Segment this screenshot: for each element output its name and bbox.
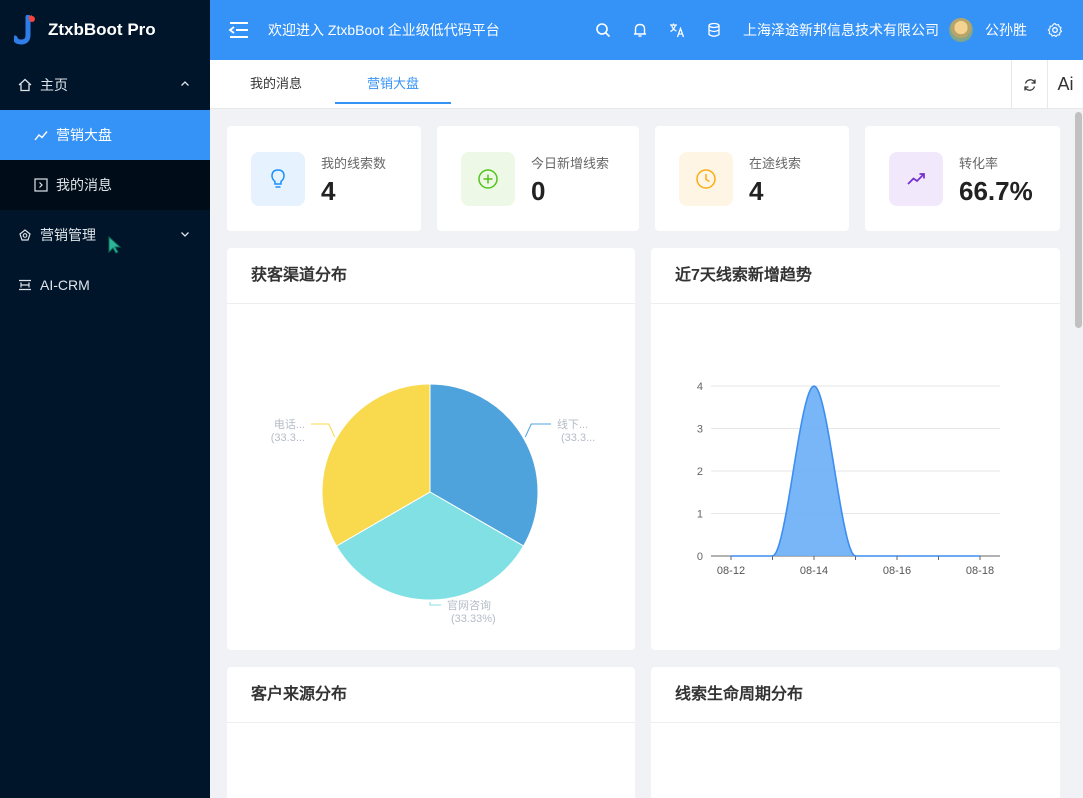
pie-slice-percent: (33.33%) — [451, 613, 496, 625]
top-header: 欢迎进入 ZtxbBoot 企业级低代码平台 上海泽途新邦信息技术有限公司 公孙… — [210, 0, 1083, 60]
chevron-up-icon — [181, 81, 189, 86]
avatar[interactable] — [949, 18, 973, 42]
pie-slice-label: 官网咨询 — [447, 598, 491, 612]
stat-value: 0 — [531, 176, 546, 206]
stat-value: 4 — [749, 176, 764, 206]
panel-title: 线索生命周期分布 — [651, 667, 1060, 723]
stat-card-conversion-rate: 转化率 66.7% — [865, 126, 1060, 231]
tab-bar: 我的消息 营销大盘 Ai — [210, 60, 1083, 109]
panel-title: 近7天线索新增趋势 — [651, 248, 1060, 304]
stat-label: 我的线索数 — [321, 156, 387, 171]
logo-icon — [14, 15, 35, 45]
y-tick-label: 1 — [697, 509, 703, 521]
sidebar-item-label: 营销管理 — [40, 227, 96, 243]
stat-value: 66.7% — [959, 176, 1033, 206]
header-actions: 上海泽途新邦信息技术有限公司 公孙胜 — [595, 0, 1083, 60]
message-box-icon — [34, 178, 48, 192]
refresh-icon — [1023, 78, 1036, 91]
sidebar-item-marketing-dashboard[interactable]: 营销大盘 — [0, 110, 210, 160]
pie-chart: 线下...(33.3...官网咨询(33.33%)电话...(33.3... — [271, 383, 595, 625]
home-icon — [18, 78, 32, 92]
refresh-button[interactable] — [1011, 60, 1047, 109]
menu-fold-icon[interactable] — [228, 21, 250, 39]
pie-slice-label: 线下... — [557, 417, 588, 431]
company-name: 上海泽途新邦信息技术有限公司 — [743, 22, 939, 38]
y-tick-label: 4 — [697, 381, 703, 393]
page-scrollbar[interactable] — [1074, 110, 1083, 798]
stat-value: 4 — [321, 176, 336, 206]
tab-my-messages[interactable]: 我的消息 — [250, 60, 302, 104]
stat-card-in-progress-leads: 在途线索 4 — [655, 126, 849, 231]
search-icon[interactable] — [595, 22, 611, 38]
x-tick-label: 08-12 — [717, 565, 745, 577]
channel-distribution-panel: 获客渠道分布 线下... (33.3... 官网咨询 (33.33%) 电话... (33… — [227, 248, 635, 650]
chevron-down-icon — [181, 232, 189, 237]
database-icon[interactable] — [706, 22, 722, 38]
home-submenu: 营销大盘 我的消息 — [0, 110, 210, 210]
pie-slice-percent: (33.3... — [561, 432, 595, 444]
pie-label-line — [524, 423, 551, 438]
sidebar: ZtxbBoot Pro 主页 营销大盘 我的消息 营销管理 AI-CRM — [0, 0, 210, 798]
stat-card-my-leads: 我的线索数 4 — [227, 126, 421, 231]
stat-label: 今日新增线索 — [531, 156, 610, 171]
sidebar-item-label: 营销大盘 — [56, 127, 112, 143]
sidebar-item-home[interactable]: 主页 — [0, 60, 210, 110]
username[interactable]: 公孙胜 — [985, 20, 1027, 40]
translate-icon[interactable] — [669, 22, 685, 38]
sidebar-item-ai-crm[interactable]: AI-CRM — [0, 260, 210, 310]
x-tick-label: 08-16 — [883, 565, 911, 577]
pie-label-line — [311, 423, 336, 438]
bell-icon[interactable] — [632, 22, 648, 38]
y-tick-label: 2 — [697, 466, 703, 478]
mouse-cursor-icon — [108, 236, 122, 254]
trend-up-icon — [889, 152, 943, 206]
pie-slice-percent: (33.3... — [271, 432, 305, 444]
lead-trend-panel: 近7天线索新增趋势 0 1 2 3 4 08-12 08-14 08-16 08-18 — [651, 248, 1060, 650]
gear-icon[interactable] — [1047, 22, 1063, 38]
brand: ZtxbBoot Pro — [0, 0, 210, 60]
stat-label: 在途线索 — [749, 156, 802, 171]
x-tick-label: 08-14 — [800, 565, 828, 577]
y-tick-label: 0 — [697, 551, 703, 563]
list-icon — [19, 279, 31, 291]
ai-button[interactable]: Ai — [1047, 60, 1083, 109]
plus-circle-icon — [461, 152, 515, 206]
sidebar-item-label: 我的消息 — [56, 177, 112, 193]
panel-title: 客户来源分布 — [227, 667, 635, 723]
stat-card-new-leads-today: 今日新增线索 0 — [437, 126, 639, 231]
y-tick-label: 3 — [697, 424, 703, 436]
sidebar-item-my-messages[interactable]: 我的消息 — [0, 160, 210, 210]
stat-label: 转化率 — [959, 156, 999, 171]
clock-icon — [679, 152, 733, 206]
gift-icon — [19, 229, 31, 241]
app-title: ZtxbBoot Pro — [48, 20, 156, 39]
bulb-icon — [251, 152, 305, 206]
sidebar-item-marketing-management[interactable]: 营销管理 — [0, 210, 210, 260]
scrollbar-thumb[interactable] — [1075, 112, 1082, 328]
x-tick-label: 08-18 — [966, 565, 994, 577]
trend-chart: 0 1 2 3 4 08-12 08-14 08-16 08-18 — [697, 381, 1000, 577]
tab-marketing-dashboard[interactable]: 营销大盘 — [335, 60, 451, 104]
sidebar-item-label: AI-CRM — [40, 277, 90, 293]
pie-slice-label: 电话... — [274, 418, 305, 431]
sidebar-item-label: 主页 — [40, 77, 68, 93]
customer-source-panel: 客户来源分布 — [227, 667, 635, 798]
lead-lifecycle-panel: 线索生命周期分布 — [651, 667, 1060, 798]
welcome-text: 欢迎进入 ZtxbBoot 企业级低代码平台 — [268, 22, 500, 38]
pie-label-line — [429, 602, 441, 606]
panel-title: 获客渠道分布 — [227, 248, 635, 304]
line-chart-icon — [34, 131, 48, 141]
